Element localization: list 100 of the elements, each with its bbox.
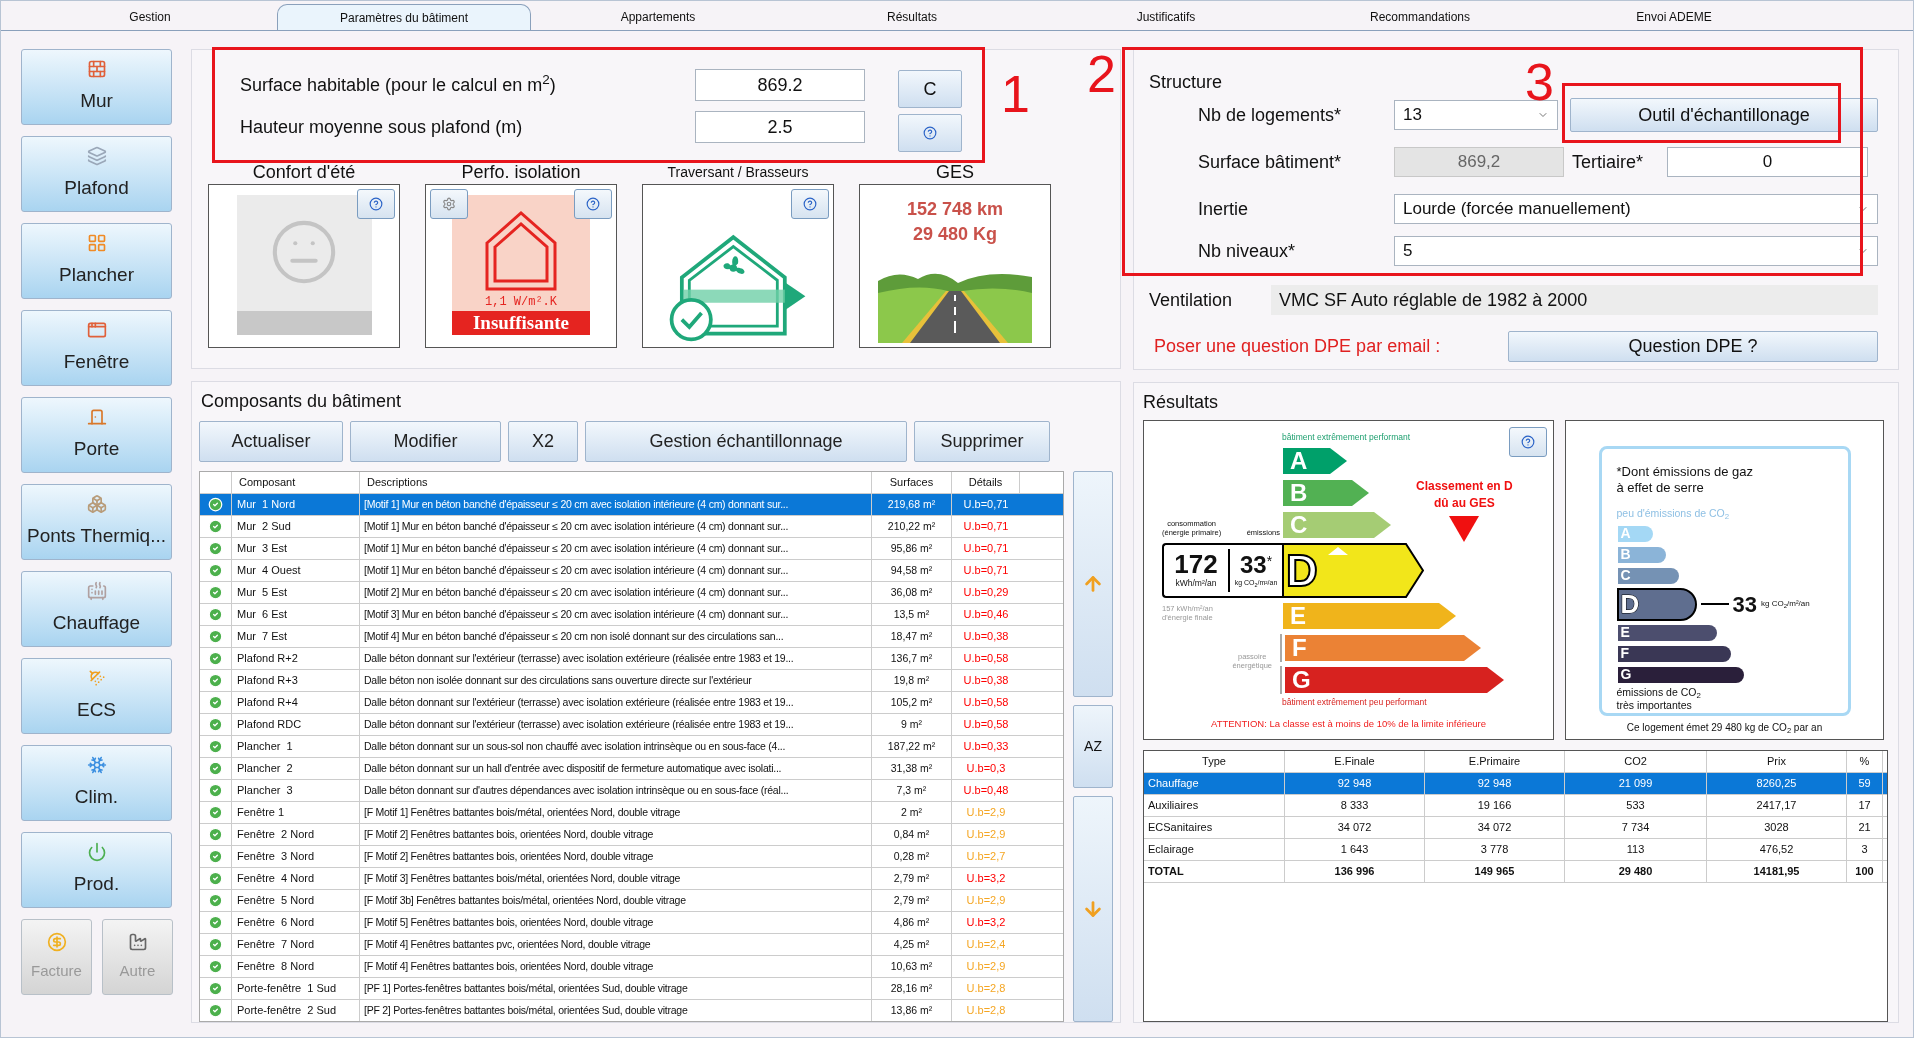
- table-row[interactable]: Plancher 2 Dalle béton donnant sur un hall d'entrée avec dispositif de fermeture automatique avec isolati... 31,38 m² U.b=0,3: [200, 758, 1063, 780]
- table-row[interactable]: Mur 4 Ouest [Motif 1] Mur en béton banché d'épaisseur ≤ 20 cm avec isolation intérieure (4 cm) donnant sur... 94,58 m² U.b=0,71: [200, 560, 1063, 582]
- help-button[interactable]: [574, 189, 612, 219]
- tab[interactable]: Justificatifs: [1039, 4, 1293, 30]
- tab[interactable]: Paramètres du bâtiment: [277, 4, 531, 30]
- dropdown-field[interactable]: Lourde (forcée manuellement): [1394, 194, 1878, 224]
- table-cell: 219,68 m²: [872, 494, 952, 515]
- dropdown-field[interactable]: 13: [1394, 100, 1558, 130]
- table-row[interactable]: Plancher 1 Dalle béton donnant sur un sous-sol non chauffé avec isolation intrinsèque ou en sous-face (4... 187,22 m² U.b=0,33: [200, 736, 1063, 758]
- table-cell: Mur 4 Ouest: [232, 560, 360, 581]
- tab[interactable]: Appartements: [531, 4, 785, 30]
- sidebar-button[interactable]: Plancher: [21, 223, 172, 299]
- action-button[interactable]: Modifier: [350, 421, 501, 462]
- column-header: E.Primaire: [1425, 751, 1565, 772]
- table-row[interactable]: Mur 7 Est [Motif 4] Mur en béton banché d'épaisseur ≤ 20 cm non isolé donnant sur des circulations san... 18,47 m² U.b=0,38: [200, 626, 1063, 648]
- class-bar: E: [1282, 602, 1457, 630]
- sort-button[interactable]: AZ: [1073, 705, 1113, 788]
- check-icon: [208, 871, 223, 886]
- table-cell: 100: [1847, 861, 1883, 882]
- sidebar-button[interactable]: ECS: [21, 658, 172, 734]
- table-row[interactable]: Auxiliaires 8 333 19 166 533 2417,17 17: [1144, 795, 1887, 817]
- table-cell: [F Motif 3b] Fenêtres battantes bois/métal, orientées Nord, double vitrage: [360, 890, 872, 911]
- factory-icon: [127, 931, 148, 952]
- sidebar-button[interactable]: Fenêtre: [21, 310, 172, 386]
- class-bar: G: [1616, 665, 1745, 684]
- text-field[interactable]: 0: [1667, 147, 1868, 177]
- table-cell: Mur 5 Est: [232, 582, 360, 603]
- help-button[interactable]: [791, 189, 829, 219]
- table-cell: Plancher 1: [232, 736, 360, 757]
- tab[interactable]: Recommandations: [1293, 4, 1547, 30]
- sidebar-button[interactable]: Mur: [21, 49, 172, 125]
- table-cell: 95,86 m²: [872, 538, 952, 559]
- sidebar-button[interactable]: Chauffage: [21, 571, 172, 647]
- table-row[interactable]: Plafond R+3 Dalle béton non isolée donnant sur des circulations sans ouverture directe sur l'extérieur 19,8 m² U.b=0,38: [200, 670, 1063, 692]
- table-row[interactable]: Plafond R+4 Dalle béton donnant sur l'extérieur (terrasse) avec isolation extérieure (réalisée entre 1983 et 19... 105,2 m² U.b=0,58: [200, 692, 1063, 714]
- table-row[interactable]: Mur 1 Nord [Motif 1] Mur en béton banché d'épaisseur ≤ 20 cm avec isolation intérieure (4 cm) donnant sur... 219,68 m² U.b=0,71: [200, 494, 1063, 516]
- text-field[interactable]: 2.5: [695, 111, 865, 143]
- table-row[interactable]: Plancher 3 Dalle béton donnant sur d'autres dépendances avec isolation intrinsèque ou en sous-face (réal... 7,3 m² U.b=0,48: [200, 780, 1063, 802]
- check-icon: [208, 805, 223, 820]
- tab[interactable]: Résultats: [785, 4, 1039, 30]
- action-button[interactable]: Supprimer: [914, 421, 1050, 462]
- table-cell-text: U.b=2,9: [965, 805, 1007, 821]
- field-label: Surface bâtiment*: [1198, 150, 1343, 174]
- table-cell-text: U.b=0,29: [962, 585, 1010, 601]
- table-cell: [PF 1] Portes-fenêtres battantes bois/métal, orientées Sud, double vitrage: [360, 978, 872, 999]
- scale-caption: bâtiment extrêmement peu performant: [1282, 696, 1427, 709]
- action-button[interactable]: Gestion échantillonnage: [585, 421, 907, 462]
- table-row[interactable]: Mur 3 Est [Motif 1] Mur en béton banché d'épaisseur ≤ 20 cm avec isolation intérieure (4 cm) donnant sur... 95,86 m² U.b=0,71: [200, 538, 1063, 560]
- sidebar-button[interactable]: Prod.: [21, 832, 172, 908]
- table-row[interactable]: Fenêtre 8 Nord [F Motif 4] Fenêtres battantes bois, orientées Nord, double vitrage 10,63 m² U.b=2,9: [200, 956, 1063, 978]
- settings-icon: [442, 197, 456, 211]
- table-row[interactable]: Fenêtre 4 Nord [F Motif 3] Fenêtres battantes bois/métal, orientées Nord, double vitrage 2,79 m² U.b=3,2: [200, 868, 1063, 890]
- table-row[interactable]: Fenêtre 5 Nord [F Motif 3b] Fenêtres battantes bois/métal, orientées Nord, double vitrage 2,79 m² U.b=2,9: [200, 890, 1063, 912]
- table-cell: TOTAL: [1144, 861, 1285, 882]
- check-icon: [208, 849, 223, 864]
- table-row[interactable]: Fenêtre 6 Nord [F Motif 5] Fenêtres battantes bois, orientées Nord, double vitrage 4,86 m² U.b=3,2: [200, 912, 1063, 934]
- check-icon: [208, 937, 223, 952]
- table-cell: 92 948: [1285, 773, 1425, 794]
- table-cell-text: U.b=0,71: [962, 497, 1010, 513]
- help-button[interactable]: [357, 189, 395, 219]
- grid-icon: [86, 232, 107, 253]
- dropdown-field[interactable]: 5: [1394, 236, 1878, 266]
- question-button[interactable]: Question DPE ?: [1508, 330, 1878, 362]
- table-row[interactable]: Porte-fenêtre 1 Sud [PF 1] Portes-fenêtres battantes bois/métal, orientées Sud, double vitrage 28,16 m² U.b=2,8: [200, 978, 1063, 1000]
- check-icon: [208, 893, 223, 908]
- text-field[interactable]: 869.2: [695, 69, 865, 101]
- table-row[interactable]: Eclairage 1 643 3 778 113 476,52 3: [1144, 839, 1887, 861]
- table-cell: Dalle béton donnant sur l'extérieur (terrasse) avec isolation extérieure (réalisée entre 1983 et 19...: [360, 648, 872, 669]
- help-button[interactable]: [1509, 427, 1547, 457]
- action-button[interactable]: X2: [508, 421, 578, 462]
- class-bar: F: [1616, 644, 1732, 663]
- sidebar-button[interactable]: Porte: [21, 397, 172, 473]
- table-row[interactable]: Plafond RDC Dalle béton donnant sur l'extérieur (terrasse) avec isolation extérieure (réalisée entre 1983 et 19... 9 m² U.b=0,58: [200, 714, 1063, 736]
- sidebar-button[interactable]: Plafond: [21, 136, 172, 212]
- table-cell: 59: [1847, 773, 1883, 794]
- c-button[interactable]: C: [898, 70, 962, 108]
- table-row[interactable]: Fenêtre 2 Nord [F Motif 2] Fenêtres battantes bois, orientées Nord, double vitrage 0,84 m² U.b=2,9: [200, 824, 1063, 846]
- tab[interactable]: Envoi ADEME: [1547, 4, 1801, 30]
- action-button[interactable]: Actualiser: [199, 421, 343, 462]
- table-row[interactable]: Fenêtre 3 Nord [F Motif 2] Fenêtres battantes bois, orientées Nord, double vitrage 0,28 m² U.b=2,7: [200, 846, 1063, 868]
- sidebar-button[interactable]: Clim.: [21, 745, 172, 821]
- table-row[interactable]: Fenêtre 1 [F Motif 1] Fenêtres battantes bois/métal, orientées Nord, double vitrage 2 m² U.b=2,9: [200, 802, 1063, 824]
- table-cell-text: U.b=0,71: [962, 563, 1010, 579]
- table-row[interactable]: TOTAL 136 996 149 965 29 480 14181,95 100: [1144, 861, 1887, 883]
- table-row[interactable]: Mur 6 Est [Motif 3] Mur en béton banché d'épaisseur ≤ 20 cm avec isolation intérieure (4 cm) donnant sur... 13,5 m² U.b=0,46: [200, 604, 1063, 626]
- check-icon: [208, 607, 223, 622]
- table-row[interactable]: Mur 2 Sud [Motif 1] Mur en béton banché d'épaisseur ≤ 20 cm avec isolation intérieure (4 cm) donnant sur... 210,22 m² U.b=0,71: [200, 516, 1063, 538]
- table-cell: Dalle béton donnant sur l'extérieur (terrasse) avec isolation extérieure (réalisée entre 1983 et 19...: [360, 692, 872, 713]
- table-row[interactable]: Mur 5 Est [Motif 2] Mur en béton banché d'épaisseur ≤ 20 cm avec isolation intérieure (4 cm) donnant sur... 36,08 m² U.b=0,29: [200, 582, 1063, 604]
- table-cell: 8 333: [1285, 795, 1425, 816]
- table-row[interactable]: ECSanitaires 34 072 34 072 7 734 3028 21: [1144, 817, 1887, 839]
- tab[interactable]: Gestion: [23, 4, 277, 30]
- table-row[interactable]: Chauffage 92 948 92 948 21 099 8260,25 59: [1144, 773, 1887, 795]
- sampling-tool-button[interactable]: Outil d'échantillonage: [1570, 98, 1878, 132]
- ges-value: 152 748 km: [906, 198, 1004, 221]
- table-cell: 19,8 m²: [872, 670, 952, 691]
- table-row[interactable]: Fenêtre 7 Nord [F Motif 4] Fenêtres battantes pvc, orientées Nord, double vitrage 4,25 m² U.b=2,4: [200, 934, 1063, 956]
- table-row[interactable]: Plafond R+2 Dalle béton donnant sur l'extérieur (terrasse) avec isolation extérieure (réalisée entre 1983 et 19... 136,7 m² U.b=0,58: [200, 648, 1063, 670]
- sidebar-button[interactable]: Ponts Thermiq...: [21, 484, 172, 560]
- settings-button[interactable]: [430, 189, 468, 219]
